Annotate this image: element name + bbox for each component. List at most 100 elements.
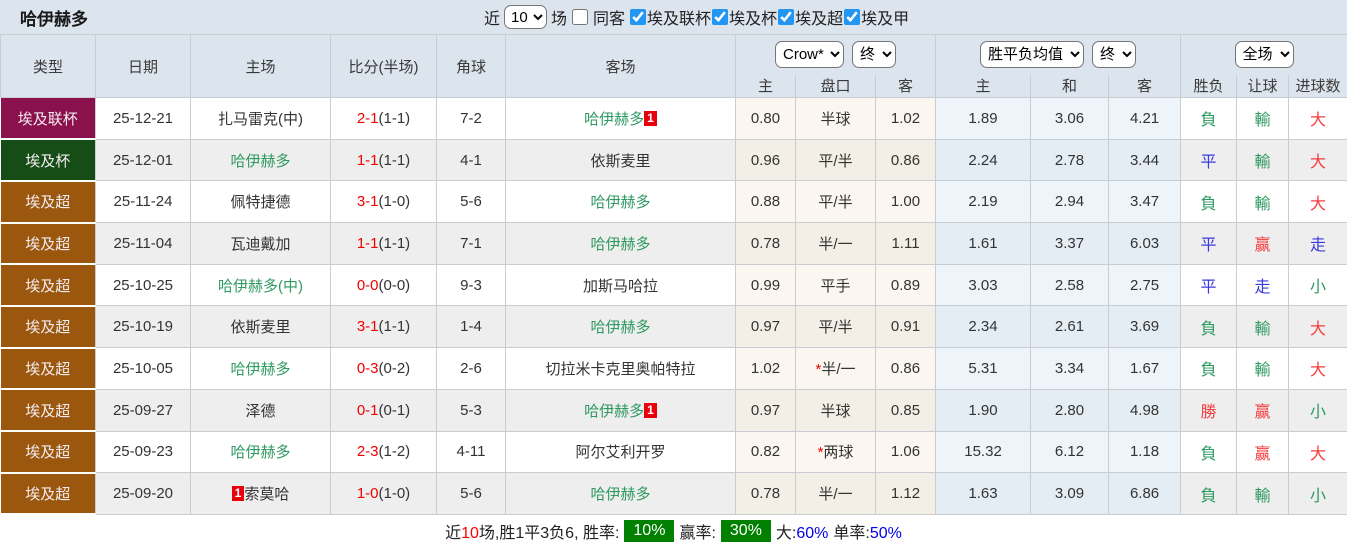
mean-source-select[interactable]: 胜平负均值 bbox=[980, 41, 1085, 69]
handicap: 半/一 bbox=[795, 222, 876, 265]
match-row: 埃及超 25-10-25 哈伊赫多(中) 0-0(0-0) 9-3 加斯马哈拉 0.99 平手… bbox=[0, 263, 1347, 307]
mean-home: 1.90 bbox=[935, 388, 1032, 432]
match-type: 埃及超 bbox=[0, 305, 96, 349]
score: 0-1(0-1) bbox=[330, 388, 437, 432]
result-wdl: 負 bbox=[1180, 180, 1238, 224]
result-wdl: 勝 bbox=[1180, 388, 1238, 432]
sub-header-handicap: 盘口 bbox=[795, 74, 876, 98]
col-header-corner: 角球 bbox=[436, 34, 506, 98]
matches-label: 场 bbox=[551, 11, 568, 28]
mean-away: 6.03 bbox=[1108, 222, 1182, 265]
odds-time-select[interactable]: 终 bbox=[852, 41, 897, 69]
result-handicap: 赢 bbox=[1236, 430, 1290, 474]
odds-home: 1.02 bbox=[735, 347, 796, 390]
red-card-badge: 1 bbox=[644, 110, 657, 126]
match-row: 埃及超 25-09-23 哈伊赫多 2-3(1-2) 4-11 阿尔艾利开罗 0.82 *两球… bbox=[0, 430, 1347, 474]
mean-time-select[interactable]: 终 bbox=[1092, 41, 1137, 69]
result-goals: 小 bbox=[1288, 263, 1347, 307]
sub-header-odds-home: 主 bbox=[735, 74, 796, 98]
league-checkbox-2[interactable] bbox=[778, 9, 795, 25]
handicap: 平/半 bbox=[795, 138, 876, 182]
team-title: 哈伊赫多 bbox=[20, 9, 88, 29]
mean-home: 1.89 bbox=[935, 97, 1032, 140]
mean-home: 1.63 bbox=[935, 472, 1032, 515]
col-header-home: 主场 bbox=[190, 34, 331, 98]
filter-controls: 近 10 场 同客 埃及联杯 埃及杯 埃及超 埃及甲 bbox=[484, 0, 909, 34]
summary-footer: 近10场,胜1平3负6, 胜率: 10% 赢率: 30% 大:60% 单率:50… bbox=[0, 515, 1347, 546]
odds-home: 0.78 bbox=[735, 222, 796, 265]
league-checkbox-1[interactable] bbox=[712, 9, 729, 25]
match-row: 埃及超 25-10-05 哈伊赫多 0-3(0-2) 2-6 切拉米卡克里奥帕特拉 1.02… bbox=[0, 347, 1347, 391]
mean-draw: 3.37 bbox=[1030, 222, 1110, 265]
home-team: 1 索莫哈 bbox=[190, 472, 331, 515]
odds-away: 1.02 bbox=[874, 97, 937, 140]
mean-home: 5.31 bbox=[935, 347, 1032, 390]
odds-group-header: Crow* 终 bbox=[734, 34, 937, 75]
match-row: 埃及超 25-11-24 佩特捷德 3-1(1-0) 5-6 哈伊赫多 0.88 平/半 1.0… bbox=[0, 180, 1347, 224]
score: 0-0(0-0) bbox=[330, 263, 437, 307]
result-wdl: 負 bbox=[1180, 430, 1238, 474]
same-away-checkbox[interactable] bbox=[572, 9, 589, 25]
mean-away: 1.18 bbox=[1108, 430, 1182, 474]
sub-header-goals: 进球数 bbox=[1288, 74, 1347, 98]
match-date: 25-10-25 bbox=[95, 263, 191, 307]
odds-away: 0.86 bbox=[874, 138, 937, 182]
score: 1-0(1-0) bbox=[330, 472, 437, 515]
corner-score: 7-1 bbox=[436, 222, 506, 265]
match-type: 埃及超 bbox=[0, 388, 96, 432]
mean-away: 3.47 bbox=[1108, 180, 1182, 224]
match-row: 埃及杯 25-12-01 哈伊赫多 1-1(1-1) 4-1 依斯麦里 0.96 平/半 0.8… bbox=[0, 138, 1347, 182]
odds-away: 0.91 bbox=[874, 305, 937, 349]
recent-count-select[interactable]: 10 bbox=[504, 5, 548, 29]
mean-away: 3.69 bbox=[1108, 305, 1182, 349]
match-type: 埃及超 bbox=[0, 180, 96, 224]
home-team: 哈伊赫多 bbox=[190, 347, 331, 390]
result-handicap: 輸 bbox=[1236, 347, 1290, 390]
odds-home: 0.96 bbox=[735, 138, 796, 182]
handicap: 平/半 bbox=[795, 305, 876, 349]
odds-away: 0.89 bbox=[874, 263, 937, 307]
mean-group-header: 胜平负均值 终 bbox=[935, 34, 1182, 75]
mean-away: 4.98 bbox=[1108, 388, 1182, 432]
league-filter-2: 埃及超 bbox=[777, 5, 843, 29]
single-rate: 单率:50% bbox=[833, 525, 902, 543]
result-handicap: 輸 bbox=[1236, 472, 1290, 515]
match-date: 25-12-01 bbox=[95, 138, 191, 182]
scope-select[interactable]: 全场 bbox=[1234, 41, 1294, 69]
away-team: 哈伊赫多 bbox=[505, 180, 736, 224]
sub-header-odds-away: 客 bbox=[874, 74, 937, 98]
big-rate: 大:60% bbox=[775, 525, 829, 543]
result-handicap: 赢 bbox=[1236, 388, 1290, 432]
league-filter-0: 埃及联杯 bbox=[629, 5, 711, 29]
away-team: 哈伊赫多 bbox=[505, 305, 736, 349]
league-checkbox-0[interactable] bbox=[630, 9, 647, 25]
odds-source-select[interactable]: Crow* bbox=[775, 41, 845, 69]
away-team: 哈伊赫多 1 bbox=[505, 388, 736, 432]
mean-home: 2.34 bbox=[935, 305, 1032, 349]
match-date: 25-10-19 bbox=[95, 305, 191, 349]
recent-count-value: 10 bbox=[461, 525, 479, 543]
result-goals: 大 bbox=[1288, 347, 1347, 390]
mean-draw: 2.61 bbox=[1030, 305, 1110, 349]
odds-home: 0.88 bbox=[735, 180, 796, 224]
col-header-score: 比分(半场) bbox=[330, 34, 437, 98]
league-label-2: 埃及超 bbox=[795, 11, 844, 28]
match-type: 埃及超 bbox=[0, 263, 96, 307]
league-checkbox-3[interactable] bbox=[844, 9, 861, 25]
sub-header-mean-home: 主 bbox=[935, 74, 1032, 98]
col-header-away: 客场 bbox=[505, 34, 736, 98]
odds-away: 0.85 bbox=[874, 388, 937, 432]
win-rate-badge: 10% bbox=[624, 520, 675, 543]
match-type: 埃及联杯 bbox=[0, 97, 96, 141]
match-row: 埃及超 25-11-04 瓦迪戴加 1-1(1-1) 7-1 哈伊赫多 0.78 半/一 1.1… bbox=[0, 222, 1347, 266]
result-goals: 大 bbox=[1288, 180, 1347, 224]
handicap: *半/一 bbox=[795, 347, 876, 390]
result-wdl: 平 bbox=[1180, 263, 1238, 307]
sub-header-mean-draw: 和 bbox=[1030, 74, 1110, 98]
away-team: 加斯马哈拉 bbox=[505, 263, 736, 307]
result-handicap: 輸 bbox=[1236, 180, 1290, 224]
away-team: 哈伊赫多 bbox=[505, 472, 736, 515]
top-bar: 哈伊赫多 近 10 场 同客 埃及联杯 埃及杯 埃及超 埃及甲 bbox=[0, 0, 1347, 34]
score: 1-1(1-1) bbox=[330, 222, 437, 265]
result-wdl: 負 bbox=[1180, 347, 1238, 390]
